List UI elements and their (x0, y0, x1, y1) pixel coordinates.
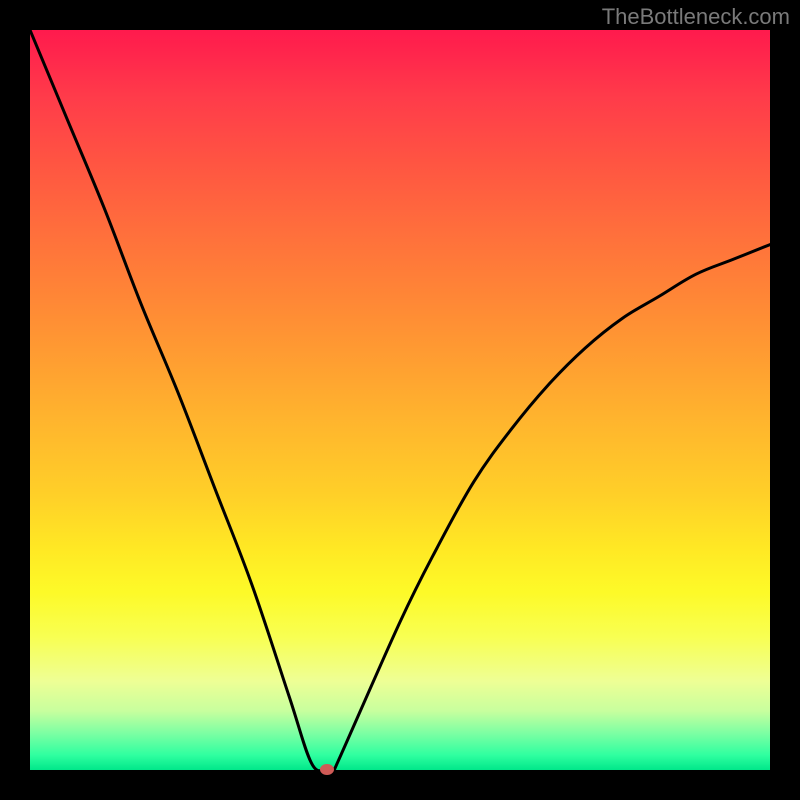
chart-frame: TheBottleneck.com (0, 0, 800, 800)
ideal-point-marker (320, 764, 334, 775)
plot-area (30, 30, 770, 770)
watermark-text: TheBottleneck.com (602, 4, 790, 30)
bottleneck-curve (30, 30, 770, 770)
